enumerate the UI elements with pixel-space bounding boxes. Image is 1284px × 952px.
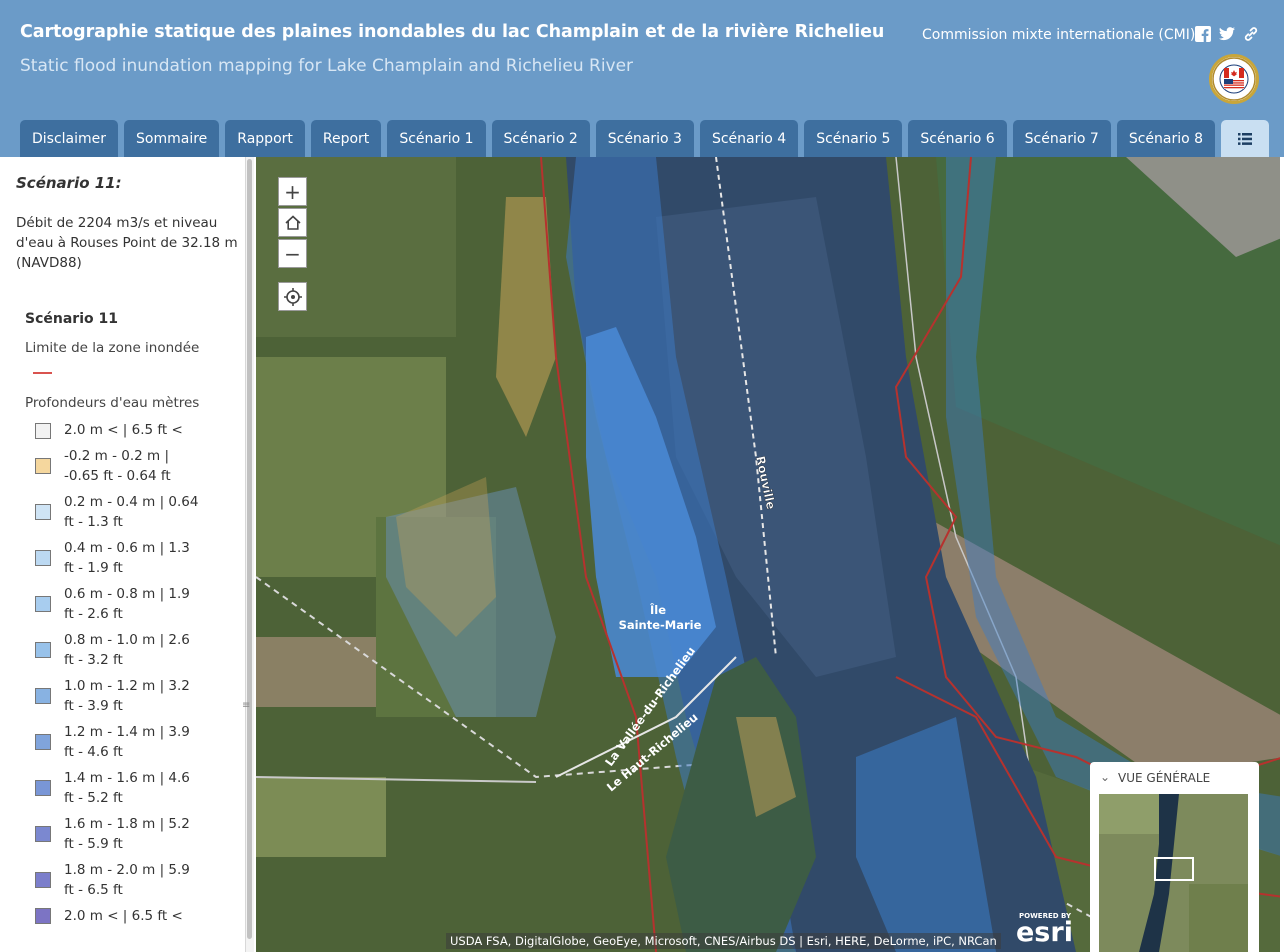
legend-item-label: 0.8 m - 1.0 m | 2.6 ft - 3.2 ft [64, 632, 190, 668]
legend-item-label: 1.0 m - 1.2 m | 3.2 ft - 3.9 ft [64, 678, 190, 714]
legend-item-label: 2.0 m < | 6.5 ft < [64, 422, 183, 438]
scenario-description: Débit de 2204 m3/s et niveau d'eau à Rou… [16, 215, 238, 271]
page-subtitle: Static flood inundation mapping for Lake… [20, 56, 634, 76]
right-edge [1280, 157, 1284, 952]
tab-report[interactable]: Report [310, 120, 382, 157]
locate-icon [283, 287, 302, 306]
tab-scenario-4[interactable]: Scénario 4 [699, 120, 799, 157]
tab-scenario-1[interactable]: Scénario 1 [387, 120, 486, 157]
tab-scenario-2[interactable]: Scénario 2 [491, 120, 590, 157]
zoom-in-button[interactable]: + [278, 177, 307, 206]
page-title: Cartographie statique des plaines inonda… [20, 22, 885, 42]
tab-more-list[interactable] [1221, 120, 1270, 157]
facebook-icon[interactable] [1194, 25, 1212, 43]
legend-item-label: 1.6 m - 1.8 m | 5.2 ft - 5.9 ft [64, 816, 190, 852]
legend-depth-label: Profondeurs d'eau mètres [25, 395, 200, 411]
legend-swatch [35, 550, 51, 566]
list-icon [1238, 132, 1253, 145]
twitter-icon[interactable] [1218, 25, 1236, 43]
legend-item-label: -0.2 m - 0.2 m | -0.65 ft - 0.64 ft [64, 448, 171, 484]
esri-logo: esri [1016, 917, 1073, 948]
tab-scenario-7[interactable]: Scénario 7 [1012, 120, 1111, 157]
tab-disclaimer[interactable]: Disclaimer [20, 120, 119, 157]
legend-limit-line [33, 372, 52, 374]
link-icon[interactable] [1242, 25, 1260, 43]
legend-swatch [35, 596, 51, 612]
legend-item-label: 0.2 m - 0.4 m | 0.64 ft - 1.3 ft [64, 494, 199, 530]
tab-sommaire[interactable]: Sommaire [124, 120, 220, 157]
overview-title[interactable]: VUE GÉNÉRALE [1118, 771, 1210, 785]
legend-item-label: 2.0 m < | 6.5 ft < [64, 908, 183, 924]
legend-swatch [35, 423, 51, 439]
legend-swatch [35, 504, 51, 520]
legend-swatch [35, 688, 51, 704]
app-window: Cartographie statique des plaines inonda… [0, 0, 1284, 952]
map-label-sainte-marie: Sainte-Marie [619, 618, 702, 632]
map-view[interactable]: Rouville Île Sainte-Marie La Vallée-du-R… [256, 157, 1284, 952]
legend-title: Scénario 11 [25, 311, 118, 327]
locate-button[interactable] [278, 282, 307, 311]
legend-item-label: 1.8 m - 2.0 m | 5.9 ft - 6.5 ft [64, 862, 190, 898]
legend-swatch [35, 734, 51, 750]
legend-item-label: 0.4 m - 0.6 m | 1.3 ft - 1.9 ft [64, 540, 190, 576]
map-label-ile: Île [650, 602, 666, 617]
overview-map-panel[interactable]: ⌄ VUE GÉNÉRALE [1090, 762, 1259, 952]
organization-link[interactable]: Commission mixte internationale (CMI) [922, 27, 1195, 43]
legend-swatch [35, 872, 51, 888]
resize-grip-icon[interactable]: ≡ [242, 700, 250, 711]
scrollbar-thumb[interactable] [247, 159, 252, 939]
overview-map[interactable] [1099, 794, 1248, 952]
legend-item-label: 1.2 m - 1.4 m | 3.9 ft - 4.6 ft [64, 724, 190, 760]
legend-item-label: 0.6 m - 0.8 m | 1.9 ft - 2.6 ft [64, 586, 190, 622]
home-icon [284, 214, 301, 230]
tab-rapport[interactable]: Rapport [225, 120, 305, 157]
legend-limit-label: Limite de la zone inondée [25, 340, 200, 356]
chevron-down-icon[interactable]: ⌄ [1100, 770, 1110, 784]
header: Cartographie statique des plaines inonda… [0, 0, 1284, 157]
tab-scenario-5[interactable]: Scénario 5 [804, 120, 903, 157]
home-button[interactable] [278, 208, 307, 237]
tab-bar: Disclaimer Sommaire Rapport Report Scéna… [20, 120, 1270, 157]
legend-swatch [35, 826, 51, 842]
tab-scenario-3[interactable]: Scénario 3 [595, 120, 694, 157]
tab-scenario-8[interactable]: Scénario 8 [1116, 120, 1216, 157]
legend-item-label: 1.4 m - 1.6 m | 4.6 ft - 5.2 ft [64, 770, 190, 806]
legend-swatch [35, 780, 51, 796]
map-attribution: USDA FSA, DigitalGlobe, GeoEye, Microsof… [446, 933, 1001, 949]
scenario-heading: Scénario 11: [16, 174, 122, 192]
ijc-seal-logo [1209, 54, 1259, 104]
zoom-out-button[interactable]: − [278, 239, 307, 268]
tab-scenario-6[interactable]: Scénario 6 [908, 120, 1007, 157]
legend-swatch [35, 908, 51, 924]
legend-sidebar: Scénario 11: Débit de 2204 m3/s et nivea… [0, 157, 256, 952]
legend-swatch [35, 642, 51, 658]
legend-swatch [35, 458, 51, 474]
